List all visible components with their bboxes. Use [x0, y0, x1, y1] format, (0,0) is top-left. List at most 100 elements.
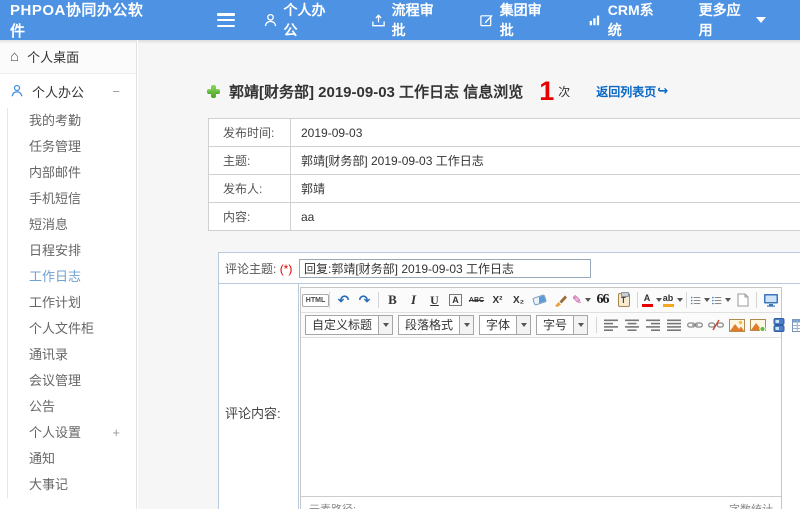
divider — [637, 292, 638, 308]
brush-icon — [554, 295, 567, 307]
bar-chart-icon — [587, 13, 602, 27]
link-icon — [686, 322, 703, 328]
menu-toggle-icon[interactable] — [216, 13, 235, 27]
chevron-down-icon — [725, 298, 731, 302]
italic-button[interactable]: I — [404, 290, 423, 311]
comment-subject-label: 评论主题: (*) — [225, 261, 293, 276]
sidebar-group-personal-office[interactable]: 个人办公 − — [0, 74, 136, 108]
new-page-icon — [737, 293, 748, 307]
underline-button[interactable]: U — [425, 290, 444, 311]
sidebar-item-short-message[interactable]: 短消息 — [29, 212, 136, 238]
editor-content-area[interactable] — [301, 338, 781, 496]
format-painter-button[interactable] — [551, 290, 570, 311]
remove-link-button[interactable] — [706, 315, 725, 336]
html-source-button[interactable]: HTML — [301, 290, 330, 311]
insert-link-button[interactable] — [685, 315, 704, 336]
sidebar-item-attendance[interactable]: 我的考勤 — [29, 108, 136, 134]
insert-table-button[interactable] — [790, 315, 800, 336]
sidebar-item-announcements[interactable]: 公告 — [29, 394, 136, 420]
highlight-color-button[interactable]: ab — [662, 290, 683, 311]
comment-subject-input[interactable] — [299, 258, 591, 278]
sidebar-item-notices[interactable]: 通知 — [29, 446, 136, 472]
align-left-button[interactable] — [601, 315, 620, 336]
nav-workflow-approval[interactable]: 流程审批 — [371, 0, 445, 40]
paste-plain-button[interactable]: T — [614, 290, 633, 311]
home-icon: ⌂ — [10, 48, 20, 65]
workflow-icon — [371, 13, 386, 28]
table-row: 主题: 郭靖[财务部] 2019-09-03 工作日志 — [209, 147, 800, 175]
fullscreen-button[interactable] — [761, 290, 780, 311]
nav-group-approval[interactable]: 集团审批 — [479, 0, 553, 40]
superscript-button[interactable]: X² — [488, 290, 507, 311]
row-label: 发布人: — [209, 175, 291, 202]
nav-crm-system[interactable]: CRM系统 — [587, 0, 665, 40]
unlink-icon — [707, 319, 724, 331]
nav-more-apps[interactable]: 更多应用 — [699, 0, 766, 40]
chevron-down-icon — [516, 316, 531, 334]
bold-button[interactable]: B — [383, 290, 402, 311]
sidebar-item-milestones[interactable]: 大事记 — [29, 472, 136, 498]
font-family-select[interactable]: 字体 — [479, 315, 532, 335]
paragraph-format-select[interactable]: 段落格式 — [398, 315, 475, 335]
redo-button[interactable]: ↷ — [355, 290, 374, 311]
undo-button[interactable]: ↶ — [334, 290, 353, 311]
screenshot-button[interactable] — [748, 315, 767, 336]
expand-icon[interactable]: + — [112, 420, 120, 446]
monitor-icon — [763, 294, 778, 307]
align-right-button[interactable] — [643, 315, 662, 336]
char-border-button[interactable]: A — [446, 290, 465, 311]
nav-label: 集团审批 — [499, 2, 542, 38]
blockquote-button[interactable]: 66 — [593, 290, 612, 311]
ordered-list-button[interactable] — [691, 290, 710, 311]
font-size-select[interactable]: 字号 — [536, 315, 589, 335]
font-color-button[interactable]: A — [641, 290, 662, 311]
back-to-list-link[interactable]: 返回列表页 ↪ — [596, 83, 668, 100]
collapse-icon[interactable]: − — [112, 84, 120, 99]
sidebar-item-internal-mail[interactable]: 内部邮件 — [29, 160, 136, 186]
magic-pen-icon: ✎ — [571, 293, 583, 307]
sidebar-item-file-cabinet[interactable]: 个人文件柜 — [29, 316, 136, 342]
sidebar-item-tasks[interactable]: 任务管理 — [29, 134, 136, 160]
strikethrough-button[interactable]: ABC — [467, 290, 486, 311]
auto-typeset-button[interactable]: ✎ — [571, 290, 592, 311]
align-justify-icon — [666, 319, 681, 331]
sidebar-item-meetings[interactable]: 会议管理 — [29, 368, 136, 394]
rich-text-editor: HTML ↶ ↷ B I U A ABC X² X₂ ✎ 66 T A ab 自… — [300, 287, 800, 509]
eraser-icon — [532, 294, 547, 306]
align-center-button[interactable] — [622, 315, 641, 336]
chevron-down-icon — [378, 316, 393, 334]
image-icon — [728, 318, 745, 332]
heading-style-select[interactable]: 自定义标题 — [305, 315, 394, 335]
subscript-button[interactable]: X₂ — [509, 290, 528, 311]
unordered-list-button[interactable] — [712, 290, 731, 311]
sidebar-item-schedule[interactable]: 日程安排 — [29, 238, 136, 264]
remove-format-button[interactable] — [530, 290, 549, 311]
sidebar-item-sms[interactable]: 手机短信 — [29, 186, 136, 212]
add-icon — [207, 84, 220, 98]
person-icon — [263, 13, 278, 28]
screenshot-icon — [749, 318, 766, 332]
insert-image-button[interactable] — [727, 315, 746, 336]
divider — [756, 292, 757, 308]
main-content: 郭靖[财务部] 2019-09-03 工作日志 信息浏览 1 次 返回列表页 ↪… — [138, 40, 800, 509]
sidebar-item-settings[interactable]: 个人设置 + — [29, 420, 136, 446]
sidebar-item-work-plan[interactable]: 工作计划 — [29, 290, 136, 316]
required-mark: (*) — [279, 261, 293, 276]
nav-personal-office[interactable]: 个人办公 — [263, 0, 337, 40]
sidebar-item-contacts[interactable]: 通讯录 — [29, 342, 136, 368]
new-document-button[interactable] — [733, 290, 752, 311]
app-logo: PHPOA协同办公软件 — [10, 2, 144, 40]
font-color-icon: A — [641, 293, 653, 307]
align-justify-button[interactable] — [664, 315, 683, 336]
sidebar-item-desktop[interactable]: ⌂ 个人桌面 — [0, 40, 136, 74]
word-count-label: 字数统计 — [729, 501, 773, 509]
chevron-down-icon — [459, 316, 474, 334]
chevron-down-icon — [704, 298, 710, 302]
divider — [686, 292, 687, 308]
page-header: 郭靖[财务部] 2019-09-03 工作日志 信息浏览 1 次 返回列表页 ↪ — [207, 76, 668, 106]
sidebar-item-work-log[interactable]: 工作日志 — [29, 264, 136, 290]
nav-label: 个人办公 — [283, 2, 326, 38]
return-arrow-icon: ↪ — [657, 83, 669, 98]
row-label: 发布时间: — [209, 119, 291, 146]
insert-media-button[interactable] — [769, 315, 788, 336]
